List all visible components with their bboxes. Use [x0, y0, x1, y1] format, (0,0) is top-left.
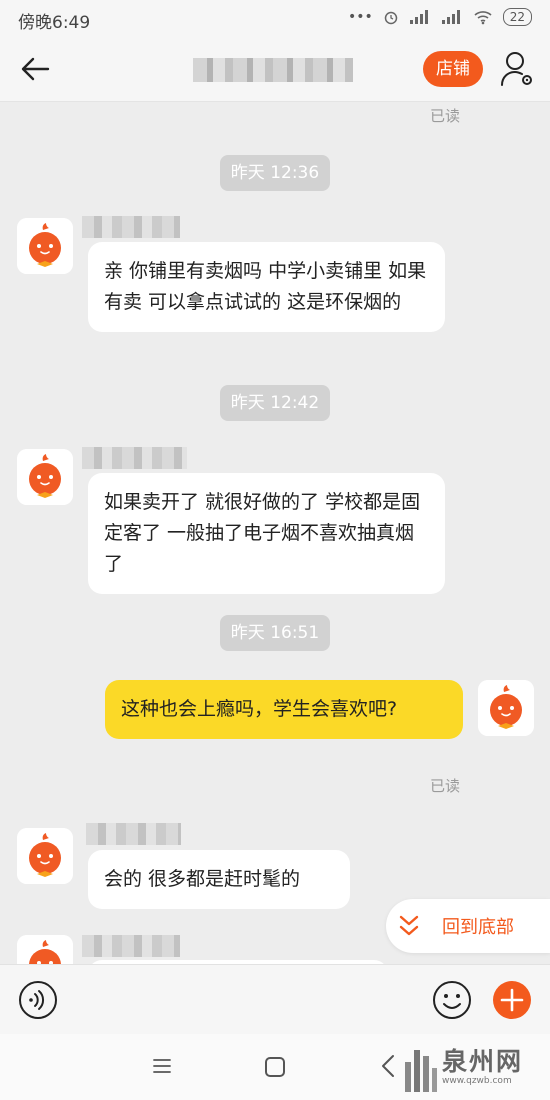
contact-avatar[interactable]	[17, 828, 73, 884]
read-receipt: 已读	[430, 777, 461, 795]
status-time: 傍晚6:49	[18, 13, 91, 33]
watermark-logo-icon	[405, 1050, 437, 1092]
back-chevron-icon[interactable]	[378, 1052, 398, 1080]
watermark: 泉州网 www.qzwb.com	[402, 1040, 546, 1096]
voice-input-icon[interactable]	[18, 980, 58, 1020]
signal-icon-2	[441, 10, 460, 24]
contact-avatar[interactable]	[17, 935, 73, 964]
my-avatar[interactable]	[478, 680, 534, 736]
watermark-url: www.qzwb.com	[442, 1076, 512, 1086]
wifi-icon	[474, 11, 492, 25]
my-message-bubble[interactable]: 这种也会上瘾吗，学生会喜欢吧?	[105, 680, 463, 739]
sender-name-blurred	[82, 216, 180, 238]
alarm-icon	[384, 11, 397, 25]
mascot-avatar-icon	[17, 828, 73, 884]
chat-message-list[interactable]: 已读 昨天 12:36 亲 你铺里有卖烟吗 中学小卖铺里 如果有卖 可以拿点试试…	[0, 102, 550, 964]
signal-icon	[409, 10, 428, 24]
contact-avatar[interactable]	[17, 449, 73, 505]
message-timestamp: 昨天 16:51	[220, 615, 330, 651]
status-bar: 傍晚6:49 ••• 22	[0, 0, 550, 36]
battery-indicator: 22	[502, 8, 532, 26]
shop-button[interactable]: 店铺	[423, 51, 483, 87]
message-bubble[interactable]: 会的 很多都是赶时髦的	[88, 850, 350, 909]
scroll-to-bottom-label: 回到底部	[442, 917, 514, 938]
contact-avatar[interactable]	[17, 218, 73, 274]
mascot-avatar-icon	[478, 680, 534, 736]
status-icons: ••• 22	[348, 8, 532, 26]
double-chevron-down-icon	[399, 915, 419, 936]
user-settings-icon[interactable]	[498, 49, 536, 89]
sender-name-blurred	[86, 823, 181, 845]
message-bubble[interactable]: 如果卖开了 就很好做的了 学校都是固定客了 一般抽了电子烟不喜欢抽真烟了	[88, 473, 445, 594]
read-receipt: 已读	[430, 107, 461, 125]
message-input-bar	[0, 964, 550, 1034]
mascot-avatar-icon	[17, 218, 73, 274]
message-bubble[interactable]: 亲 你铺里有卖烟吗 中学小卖铺里 如果有卖 可以拿点试试的 这是环保烟的	[88, 242, 445, 332]
home-square-icon[interactable]	[262, 1054, 288, 1080]
sender-name-blurred	[82, 447, 187, 469]
plus-icon[interactable]	[492, 980, 532, 1020]
contact-name-blurred	[193, 58, 353, 82]
back-arrow-icon[interactable]	[18, 52, 52, 86]
menu-icon[interactable]	[150, 1054, 174, 1078]
emoji-icon[interactable]	[432, 980, 472, 1020]
message-timestamp: 昨天 12:36	[220, 155, 330, 191]
mascot-avatar-icon	[17, 449, 73, 505]
mascot-avatar-icon	[17, 935, 73, 964]
scroll-to-bottom-button[interactable]: 回到底部	[386, 899, 550, 953]
message-timestamp: 昨天 12:42	[220, 385, 330, 421]
more-dots-icon: •••	[347, 9, 373, 25]
watermark-text: 泉州网	[442, 1047, 524, 1076]
chat-header: 店铺	[0, 36, 550, 102]
sender-name-blurred	[82, 935, 180, 957]
